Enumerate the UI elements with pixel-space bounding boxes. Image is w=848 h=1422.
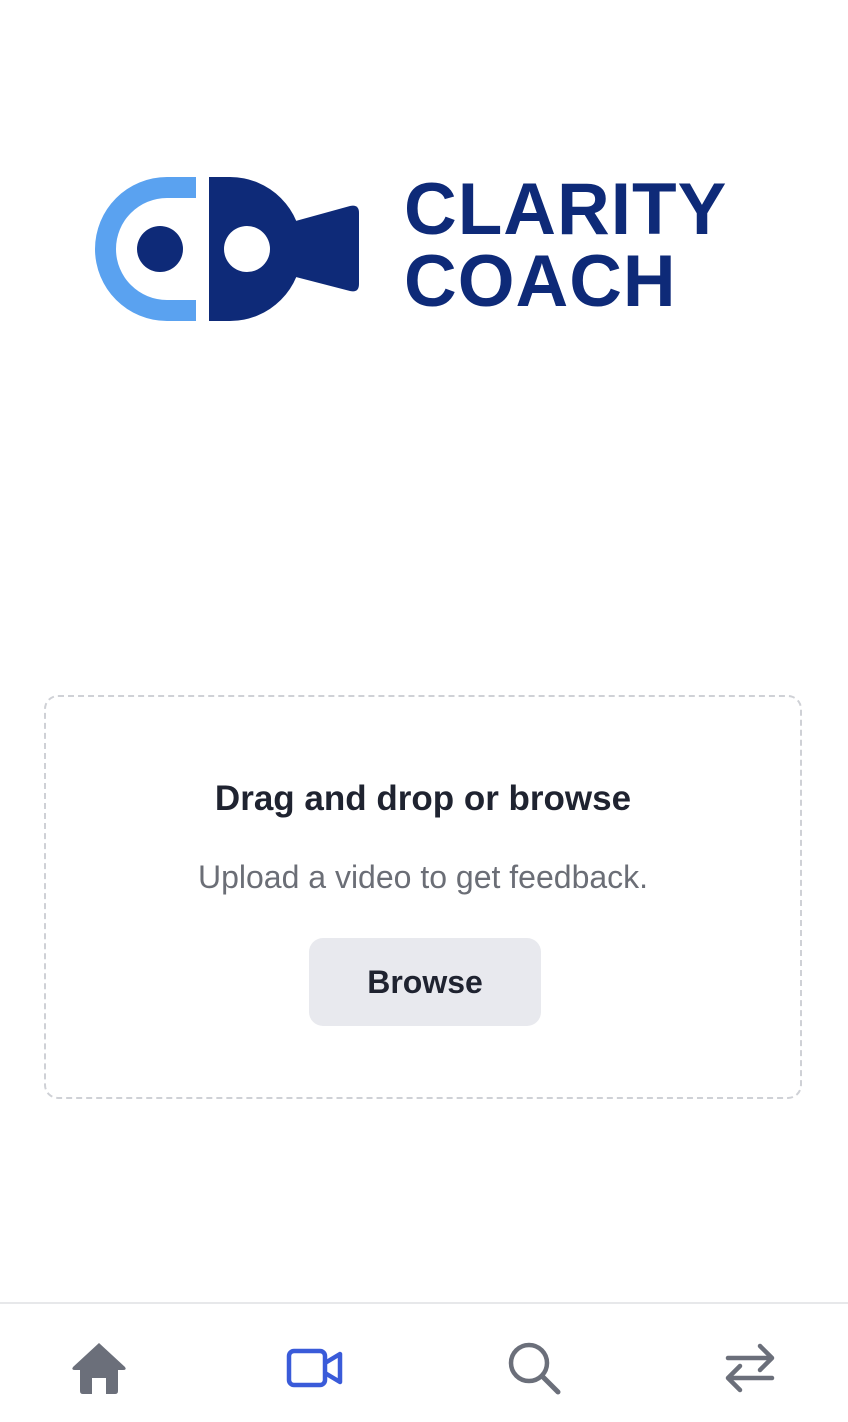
tab-search[interactable] [502,1336,566,1400]
bottom-tab-bar [0,1302,848,1422]
tab-video[interactable] [284,1336,348,1400]
browse-button[interactable]: Browse [309,938,541,1026]
logo-text-line1: CLARITY [404,169,728,250]
clarity-coach-logo: CLARITY COACH [92,172,772,327]
video-camera-icon [286,1348,343,1388]
logo-mark-icon [95,177,359,321]
dropzone-title: Drag and drop or browse [214,779,632,818]
search-icon [508,1342,561,1395]
tab-transfer[interactable] [718,1336,782,1400]
tab-home[interactable] [67,1336,131,1400]
home-icon [72,1343,126,1394]
swap-arrows-icon [725,1343,775,1393]
logo-text-line2: COACH [404,241,677,322]
upload-screen: CLARITY COACH Drag and drop or browse Up… [0,0,848,1422]
video-dropzone[interactable]: Drag and drop or browse Upload a video t… [44,695,802,1099]
logo-wordmark: CLARITY COACH [404,169,728,322]
dropzone-subtitle: Upload a video to get feedback. [197,859,649,895]
